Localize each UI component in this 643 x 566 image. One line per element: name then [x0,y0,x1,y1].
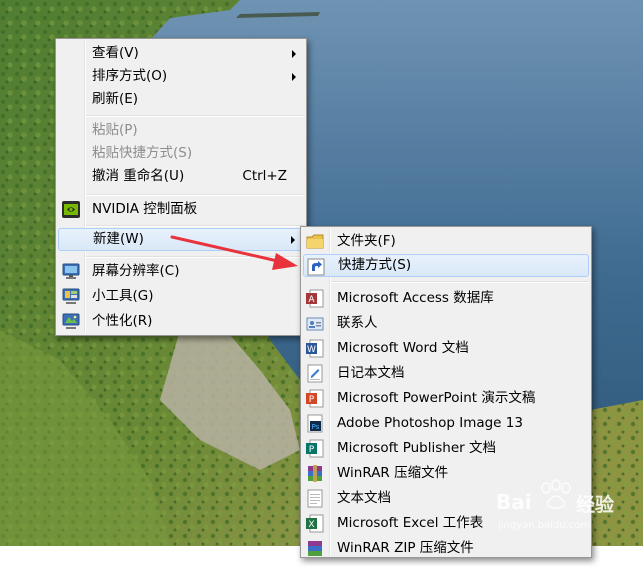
submenu-item-label: 联系人 [337,315,378,331]
submenu-item-winrar-zip[interactable]: WinRAR ZIP 压缩文件 [303,537,589,560]
svg-text:W: W [307,345,316,355]
submenu-item-label: WinRAR ZIP 压缩文件 [337,540,474,556]
submenu-item-powerpoint[interactable]: P Microsoft PowerPoint 演示文稿 [303,387,589,410]
desktop-context-menu: 查看(V) 排序方式(O) 刷新(E) 粘贴(P) 粘贴快捷方式(S) 撤消 重… [55,38,307,336]
watermark-brand-2: 经验 [576,494,615,516]
folder-icon [306,232,324,251]
submenu-item-access-database[interactable]: A Microsoft Access 数据库 [303,287,589,310]
contact-card-icon [306,314,324,333]
menu-item-label: 粘贴(P) [92,122,138,138]
photoshop-file-icon: Ps [306,414,324,433]
menu-separator [86,256,304,258]
menu-item-label: 新建(W) [93,231,144,247]
watermark-url: jingyan.baidu.com [498,520,591,531]
svg-text:P: P [309,445,315,455]
submenu-item-label: Adobe Photoshop Image 13 [337,415,523,431]
submenu-arrow-icon [292,50,296,58]
submenu-item-shortcut[interactable]: 快捷方式(S) [303,254,589,277]
menu-item-gadgets[interactable]: 小工具(G) [58,285,304,308]
submenu-item-journal-document[interactable]: 日记本文档 [303,362,589,385]
excel-file-icon: X [306,514,324,533]
submenu-item-label: Microsoft Excel 工作表 [337,515,484,531]
submenu-item-label: WinRAR 压缩文件 [337,465,449,481]
svg-text:X: X [308,520,314,530]
nvidia-icon [62,201,80,218]
access-file-icon: A [306,289,324,308]
submenu-arrow-icon [291,236,295,244]
gadgets-icon [62,288,80,305]
winrar-zip-icon [306,539,324,558]
watermark-brand: Bai [496,490,532,514]
menu-item-label: 屏幕分辨率(C) [92,263,180,279]
menu-item-label: NVIDIA 控制面板 [92,201,198,217]
submenu-item-word-document[interactable]: W Microsoft Word 文档 [303,337,589,360]
menu-item-screen-resolution[interactable]: 屏幕分辨率(C) [58,260,304,283]
menu-item-undo-rename[interactable]: 撤消 重命名(U) Ctrl+Z [58,165,304,188]
journal-file-icon [306,364,324,383]
submenu-item-label: Microsoft Word 文档 [337,340,469,356]
submenu-item-label: 文本文档 [337,490,391,506]
menu-item-paste[interactable]: 粘贴(P) [58,119,304,142]
menu-item-new[interactable]: 新建(W) [58,228,304,251]
menu-item-label: 粘贴快捷方式(S) [92,145,193,161]
submenu-item-folder[interactable]: 文件夹(F) [303,230,589,253]
svg-text:P: P [309,395,315,405]
menu-item-sort-by[interactable]: 排序方式(O) [58,65,304,88]
menu-item-label: 小工具(G) [92,288,154,304]
menu-item-label: 查看(V) [92,45,139,61]
publisher-file-icon: P [306,439,324,458]
shortcut-icon [307,257,325,276]
submenu-item-label: 文件夹(F) [337,233,396,249]
menu-separator [331,281,589,283]
submenu-item-photoshop-image[interactable]: Ps Adobe Photoshop Image 13 [303,412,589,435]
menu-item-shortcut: Ctrl+Z [242,168,287,184]
menu-item-label: 撤消 重命名(U) [92,168,185,184]
winrar-icon [306,464,324,483]
baidu-watermark: Bai 经验 jingyan.baidu.com [496,478,636,538]
text-file-icon [306,489,324,508]
menu-separator [86,225,304,227]
menu-item-nvidia-control-panel[interactable]: NVIDIA 控制面板 [58,197,304,222]
menu-separator [86,115,304,117]
submenu-arrow-icon [292,73,296,81]
submenu-item-label: Microsoft PowerPoint 演示文稿 [337,390,536,406]
menu-item-view[interactable]: 查看(V) [58,42,304,65]
menu-item-paste-shortcut[interactable]: 粘贴快捷方式(S) [58,142,304,165]
submenu-item-label: 日记本文档 [337,365,405,381]
menu-item-personalize[interactable]: 个性化(R) [58,310,304,333]
submenu-item-publisher[interactable]: P Microsoft Publisher 文档 [303,437,589,460]
powerpoint-file-icon: P [306,389,324,408]
menu-item-label: 个性化(R) [92,313,153,329]
menu-item-refresh[interactable]: 刷新(E) [58,88,304,111]
personalize-icon [62,313,80,330]
monitor-icon [62,263,80,280]
svg-text:A: A [308,295,315,305]
submenu-item-label: 快捷方式(S) [338,257,412,273]
menu-item-label: 刷新(E) [92,91,139,107]
menu-separator [86,194,304,196]
submenu-item-label: Microsoft Publisher 文档 [337,440,496,456]
word-file-icon: W [306,339,324,358]
submenu-item-contact[interactable]: 联系人 [303,312,589,335]
menu-item-label: 排序方式(O) [92,68,168,84]
submenu-item-label: Microsoft Access 数据库 [337,290,494,306]
svg-text:Ps: Ps [312,423,320,431]
